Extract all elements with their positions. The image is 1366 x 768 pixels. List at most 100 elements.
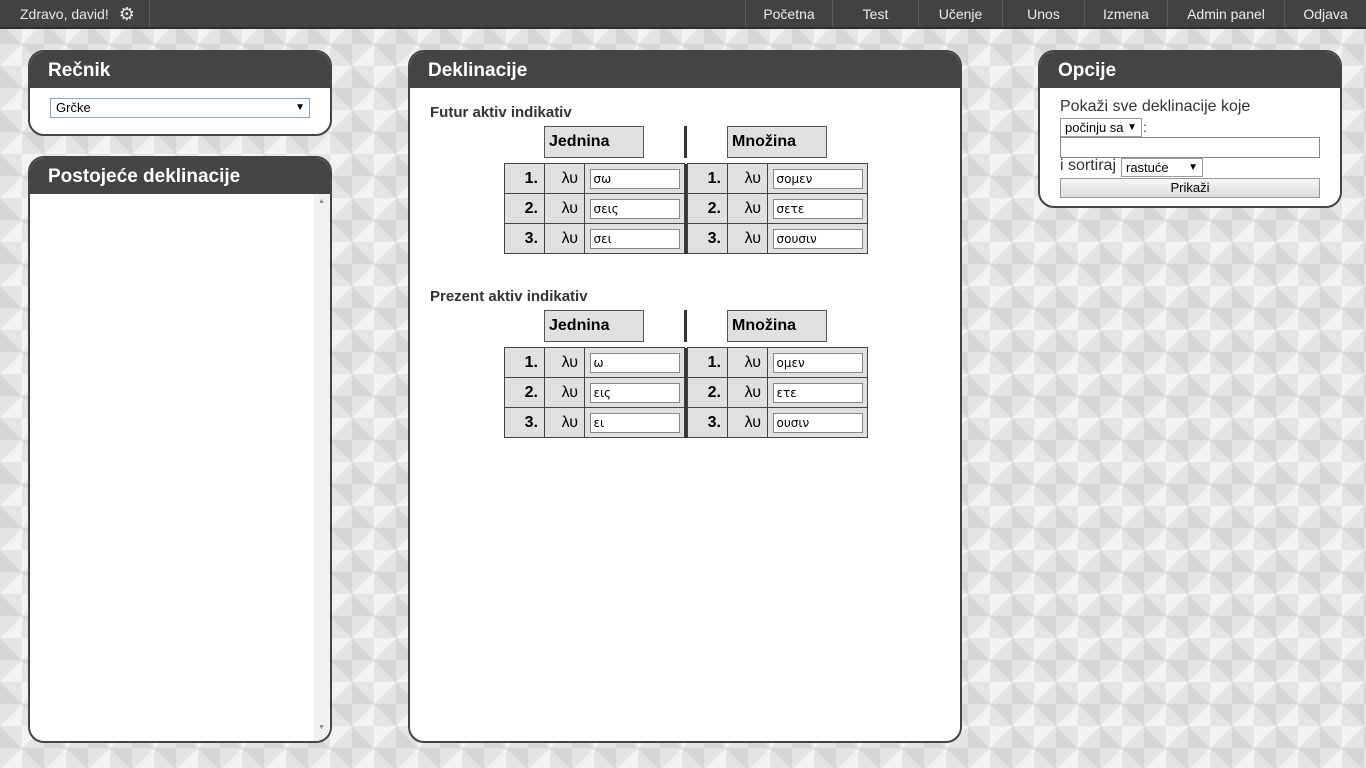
options-panel: Opcije Pokaži sve deklinacije koje počin… bbox=[1038, 50, 1342, 208]
ending-cell bbox=[584, 407, 685, 438]
dictionary-panel: Rečnik Grčke ▼ bbox=[28, 50, 332, 136]
person-number: 3. bbox=[504, 407, 545, 438]
table-row: 1. λυ 1. λυ bbox=[504, 347, 868, 378]
person-number: 1. bbox=[687, 347, 728, 378]
person-number: 1. bbox=[687, 163, 728, 194]
dictionary-select-value: Grčke bbox=[56, 100, 91, 115]
sort-label: i sortiraj bbox=[1060, 157, 1117, 174]
filter-text-input[interactable] bbox=[1060, 137, 1320, 158]
word-stem: λυ bbox=[544, 223, 585, 254]
table-row: 3. λυ 3. λυ bbox=[504, 407, 868, 438]
word-stem: λυ bbox=[727, 347, 768, 378]
word-stem: λυ bbox=[727, 223, 768, 254]
dictionary-title: Rečnik bbox=[30, 52, 330, 88]
ending-cell bbox=[584, 223, 685, 254]
scroll-down-icon[interactable]: ▼ bbox=[318, 724, 325, 731]
word-stem: λυ bbox=[727, 193, 768, 224]
main-nav: Početna Test Učenje Unos Izmena Admin pa… bbox=[745, 0, 1366, 27]
plural-ending-input[interactable] bbox=[772, 412, 863, 433]
declension-table-futur: 1. λυ 1. λυ 2. λυ 2. λυ 3. λυ 3. λυ bbox=[504, 163, 868, 254]
ending-cell bbox=[767, 347, 868, 378]
sort-order-value: rastuće bbox=[1126, 160, 1169, 175]
word-stem: λυ bbox=[727, 407, 768, 438]
word-stem: λυ bbox=[544, 193, 585, 224]
show-all-text: Pokaži sve deklinacije koje bbox=[1060, 98, 1251, 115]
ending-cell bbox=[584, 193, 685, 224]
singular-header: Jednina bbox=[544, 310, 644, 342]
group-title-futur: Futur aktiv indikativ bbox=[430, 104, 572, 121]
singular-ending-input[interactable] bbox=[589, 168, 680, 189]
declensions-title: Deklinacije bbox=[410, 52, 960, 88]
singular-ending-input[interactable] bbox=[589, 352, 680, 373]
ending-cell bbox=[767, 377, 868, 408]
show-button[interactable]: Prikaži bbox=[1060, 178, 1320, 198]
nav-ucenje[interactable]: Učenje bbox=[918, 0, 1002, 27]
plural-header: Množina bbox=[727, 126, 827, 158]
word-stem: λυ bbox=[727, 377, 768, 408]
chevron-down-icon: ▼ bbox=[1127, 122, 1137, 133]
word-stem: λυ bbox=[544, 377, 585, 408]
dictionary-select[interactable]: Grčke ▼ bbox=[50, 98, 310, 118]
person-number: 1. bbox=[504, 163, 545, 194]
nav-pocetna[interactable]: Početna bbox=[745, 0, 832, 27]
word-stem: λυ bbox=[727, 163, 768, 194]
nav-test[interactable]: Test bbox=[832, 0, 918, 27]
nav-izmena[interactable]: Izmena bbox=[1084, 0, 1167, 27]
plural-ending-input[interactable] bbox=[772, 228, 863, 249]
person-number: 1. bbox=[504, 347, 545, 378]
sort-order-select[interactable]: rastuće ▼ bbox=[1121, 158, 1203, 177]
word-stem: λυ bbox=[544, 347, 585, 378]
user-greeting: Zdravo, david! ⚙ bbox=[0, 0, 150, 27]
plural-ending-input[interactable] bbox=[772, 198, 863, 219]
scroll-up-icon[interactable]: ▲ bbox=[318, 198, 325, 205]
declensions-list-scrollbar[interactable]: ▲ ▼ bbox=[314, 194, 330, 741]
ending-cell bbox=[584, 163, 685, 194]
person-number: 3. bbox=[687, 407, 728, 438]
person-number: 2. bbox=[687, 193, 728, 224]
column-divider bbox=[684, 126, 687, 158]
plural-ending-input[interactable] bbox=[772, 382, 863, 403]
table-row: 2. λυ 2. λυ bbox=[504, 377, 868, 408]
singular-ending-input[interactable] bbox=[589, 198, 680, 219]
person-number: 2. bbox=[504, 193, 545, 224]
word-stem: λυ bbox=[544, 407, 585, 438]
singular-ending-input[interactable] bbox=[589, 382, 680, 403]
chevron-down-icon: ▼ bbox=[295, 102, 305, 113]
singular-ending-input[interactable] bbox=[589, 412, 680, 433]
table-row: 3. λυ 3. λυ bbox=[504, 223, 868, 254]
existing-declensions-title: Postojeće deklinacije bbox=[30, 158, 330, 194]
singular-header: Jednina bbox=[544, 126, 644, 158]
nav-unos[interactable]: Unos bbox=[1002, 0, 1084, 27]
match-mode-value: počinju sa bbox=[1065, 120, 1124, 135]
group-title-prezent: Prezent aktiv indikativ bbox=[430, 288, 588, 305]
greeting-text: Zdravo, david! bbox=[20, 5, 109, 22]
nav-admin-panel[interactable]: Admin panel bbox=[1167, 0, 1284, 27]
colon-label: : bbox=[1143, 119, 1147, 135]
word-stem: λυ bbox=[544, 163, 585, 194]
match-mode-select[interactable]: počinju sa ▼ bbox=[1060, 118, 1142, 137]
existing-declensions-panel: Postojeće deklinacije ▲ ▼ bbox=[28, 156, 332, 743]
ending-cell bbox=[767, 193, 868, 224]
person-number: 3. bbox=[504, 223, 545, 254]
ending-cell bbox=[767, 163, 868, 194]
ending-cell bbox=[584, 347, 685, 378]
person-number: 3. bbox=[687, 223, 728, 254]
person-number: 2. bbox=[504, 377, 545, 408]
gear-icon[interactable]: ⚙ bbox=[119, 5, 135, 23]
plural-ending-input[interactable] bbox=[772, 168, 863, 189]
top-bar: Zdravo, david! ⚙ Početna Test Učenje Uno… bbox=[0, 0, 1366, 29]
person-number: 2. bbox=[687, 377, 728, 408]
plural-ending-input[interactable] bbox=[772, 352, 863, 373]
table-row: 2. λυ 2. λυ bbox=[504, 193, 868, 224]
plural-header: Množina bbox=[727, 310, 827, 342]
column-divider bbox=[684, 310, 687, 342]
declension-table-prezent: 1. λυ 1. λυ 2. λυ 2. λυ 3. λυ 3. λυ bbox=[504, 347, 868, 438]
table-row: 1. λυ 1. λυ bbox=[504, 163, 868, 194]
ending-cell bbox=[584, 377, 685, 408]
ending-cell bbox=[767, 407, 868, 438]
chevron-down-icon: ▼ bbox=[1188, 162, 1198, 173]
nav-odjava[interactable]: Odjava bbox=[1284, 0, 1366, 27]
singular-ending-input[interactable] bbox=[589, 228, 680, 249]
ending-cell bbox=[767, 223, 868, 254]
declensions-panel: Deklinacije Futur aktiv indikativ Jednin… bbox=[408, 50, 962, 743]
